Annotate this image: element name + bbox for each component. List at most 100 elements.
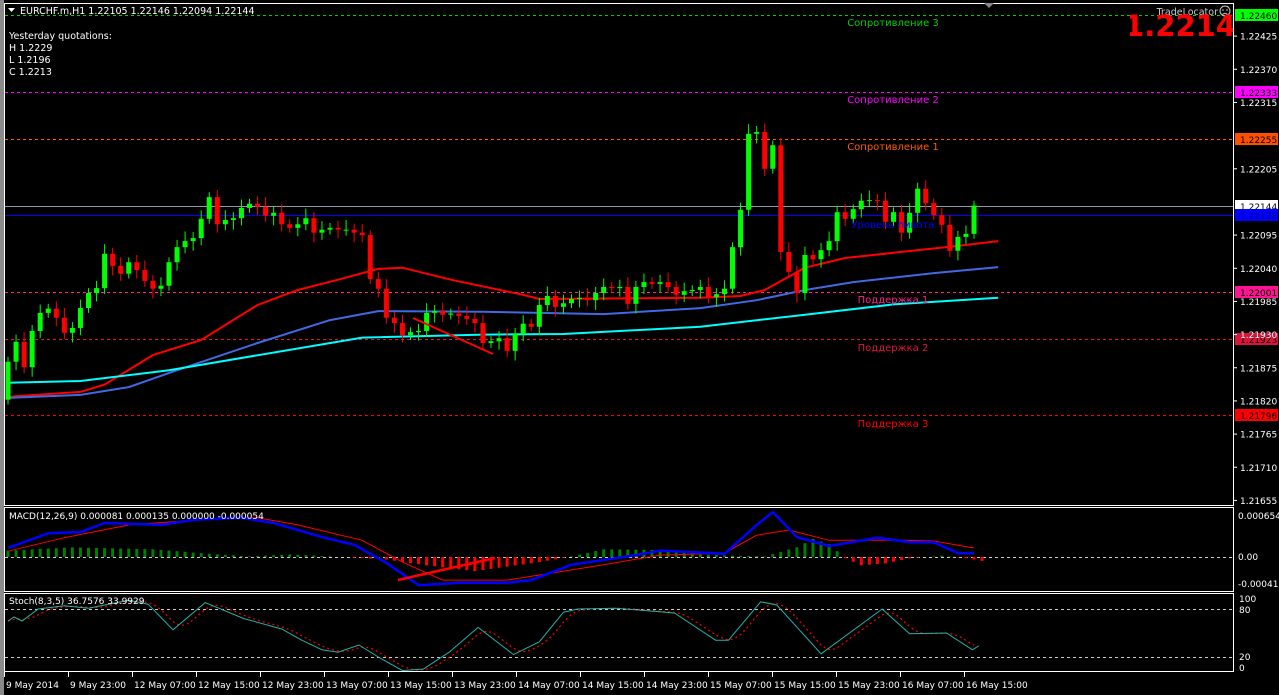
candle-body <box>673 286 679 295</box>
time-axis-label: 13 May 07:00 <box>326 681 388 691</box>
macd-histogram-bar <box>135 548 139 557</box>
candle-body <box>770 145 776 169</box>
candle-body <box>552 295 558 307</box>
candle-body <box>399 323 405 336</box>
candle-body <box>762 131 768 169</box>
macd-histogram-bar <box>537 557 541 563</box>
macd-histogram-bar <box>38 548 42 557</box>
macd-histogram-bar <box>272 555 276 557</box>
symbol-header: EURCHF.m,H1 1.22105 1.22146 1.22094 1.22… <box>20 6 255 17</box>
price-axis-label: 1.22425 <box>1240 33 1277 43</box>
macd-histogram-bar <box>964 557 968 559</box>
macd-histogram-bar <box>223 554 227 557</box>
candle-body <box>947 224 953 251</box>
macd-axis-max: 0.000654 <box>1238 512 1279 522</box>
macd-histogram-bar <box>803 543 807 557</box>
macd-histogram-bar <box>545 557 549 561</box>
price-tag-text-r1: 1.22255 <box>1240 136 1277 146</box>
yesterday-close: C 1.2213 <box>9 67 52 78</box>
macd-histogram-bar <box>54 548 58 557</box>
candle-body <box>520 323 526 334</box>
price-axis-label: 1.22205 <box>1240 165 1277 175</box>
macd-histogram-bar <box>111 548 115 557</box>
candle-body <box>21 341 27 368</box>
macd-histogram-bar <box>980 557 984 561</box>
candle-body <box>915 188 921 213</box>
candle-body <box>158 285 164 289</box>
bear-candle <box>778 138 784 261</box>
macd-histogram-bar <box>127 548 131 557</box>
macd-histogram-bar <box>497 557 501 568</box>
macd-histogram-bar <box>851 557 855 562</box>
candle-body <box>118 265 124 274</box>
candle-body <box>842 212 848 219</box>
stoch-axis-0: 0 <box>1239 664 1245 674</box>
macd-histogram-bar <box>304 555 308 557</box>
candle-body <box>198 218 204 239</box>
candle-body <box>279 212 285 225</box>
time-axis-label: 9 May 2014 <box>6 681 59 691</box>
candle-body <box>786 251 792 272</box>
macd-histogram-bar <box>859 557 863 566</box>
macd-histogram-bar <box>103 548 107 557</box>
candle-body <box>746 133 752 210</box>
candle-body <box>61 317 67 333</box>
macd-histogram-bar <box>151 549 155 557</box>
macd-histogram-bar <box>932 556 936 557</box>
time-axis-label: 15 May 15:00 <box>774 681 836 691</box>
candle-body <box>802 254 808 293</box>
candle-body <box>593 292 599 301</box>
bull-candle <box>746 124 752 216</box>
candle-body <box>625 286 631 304</box>
candle-body <box>69 327 75 333</box>
candle-body <box>359 232 365 236</box>
price-axis-label: 1.22370 <box>1240 66 1277 76</box>
level-label-r3: Сопротивление 3 <box>847 18 939 29</box>
macd-histogram-bar <box>87 547 90 557</box>
macd-histogram-bar <box>570 556 573 557</box>
macd-histogram-bar <box>143 549 147 557</box>
candle-body <box>866 200 872 202</box>
time-axis-label: 13 May 23:00 <box>454 681 516 691</box>
macd-histogram-bar <box>843 557 847 559</box>
candle-body <box>939 215 945 225</box>
time-axis-label: 16 May 15:00 <box>966 681 1028 691</box>
yesterday-title: Yesterday quotations: <box>8 31 112 42</box>
candle-body <box>126 262 132 274</box>
candle-body <box>456 313 462 316</box>
time-axis-label: 14 May 15:00 <box>582 681 644 691</box>
candle-body <box>5 361 11 400</box>
price-axis-label: 1.22040 <box>1240 265 1277 275</box>
macd-histogram-bar <box>682 552 686 557</box>
candle-body <box>754 131 760 134</box>
macd-histogram-bar <box>264 555 268 557</box>
macd-histogram-bar <box>722 555 726 557</box>
macd-histogram-bar <box>561 557 565 558</box>
macd-histogram-bar <box>763 556 767 557</box>
candle-body <box>45 308 51 313</box>
candle-body <box>287 224 293 228</box>
macd-histogram-bar <box>183 551 187 557</box>
macd-histogram-bar <box>441 557 445 568</box>
candle-body <box>657 282 663 284</box>
big-price-display: 1.2214 <box>1124 9 1236 43</box>
bear-candle <box>367 230 373 284</box>
price-axis-label: 1.21985 <box>1240 298 1277 308</box>
candle-body <box>963 233 969 237</box>
candle-body <box>351 229 357 233</box>
macd-histogram-bar <box>714 555 718 557</box>
candle-body <box>818 250 824 260</box>
macd-axis-zero: 0.00 <box>1238 553 1258 563</box>
macd-histogram-bar <box>706 554 710 557</box>
stoch-title: Stoch(8,3,5) 36.7576 33.9929 <box>9 597 145 607</box>
price-axis-label: 1.21930 <box>1240 331 1277 341</box>
trading-chart[interactable]: Сопротивление 3 Сопротивление 2 Сопротивле… <box>0 0 1279 695</box>
candle-body <box>826 241 832 251</box>
price-axis-label: 1.21710 <box>1240 464 1277 474</box>
yesterday-low: L 1.2196 <box>9 55 51 66</box>
candle-body <box>472 318 478 324</box>
macd-histogram-bar <box>900 557 904 560</box>
price-tag-text-r3: 1.22460 <box>1240 12 1277 22</box>
macd-title: MACD(12,26,9) 0.000081 0.000135 0.000000… <box>9 512 264 522</box>
candle-body <box>577 297 583 300</box>
